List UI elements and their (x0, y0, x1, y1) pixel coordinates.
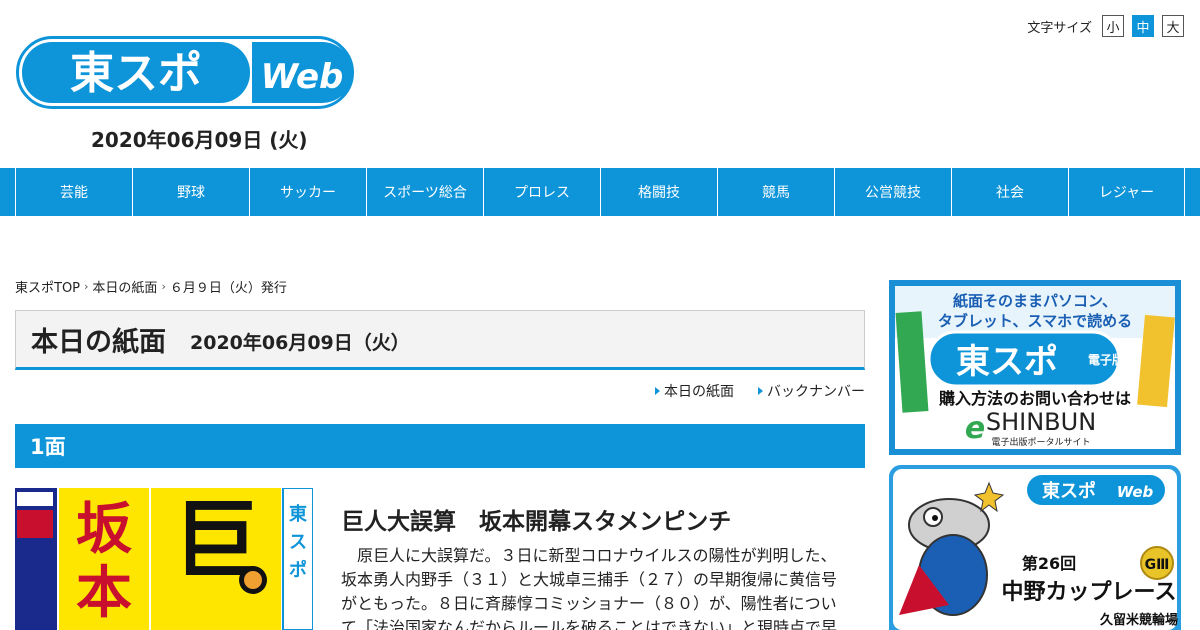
nav-item-martial-arts[interactable]: 格闘技 (600, 168, 717, 216)
article-title[interactable]: 巨人大誤算 坂本開幕スタメンピンチ (341, 502, 731, 536)
triangle-right-icon (758, 387, 763, 395)
svg-text:ス: ス (289, 532, 307, 553)
breadcrumb-today-link[interactable]: 本日の紙面 (92, 277, 157, 296)
svg-text:中野カップレース: 中野カップレース (1002, 580, 1177, 605)
logo-web: Web (261, 57, 344, 97)
section-header: 1面 (15, 424, 865, 468)
svg-text:電子版: 電子版 (1088, 352, 1124, 367)
font-size-label: 文字サイズ (1027, 20, 1092, 36)
tospo-web-logo[interactable]: 東スポ Web (16, 36, 354, 109)
svg-text:ポ: ポ (289, 559, 307, 581)
breadcrumb: 東スポTOP › 本日の紙面 › ６月９日（火）発行 (15, 277, 287, 296)
svg-text:第26回: 第26回 (1022, 554, 1076, 573)
back-number-link-label: バックナンバー (767, 384, 865, 400)
chevron-right-icon: › (84, 280, 89, 293)
page-title: 本日の紙面 (31, 326, 166, 358)
back-number-link[interactable]: バックナンバー (758, 381, 865, 401)
font-size-control: 文字サイズ 小 中 大 (1027, 15, 1184, 37)
svg-text:タブレット、スマホで読める: タブレット、スマホで読める (938, 312, 1132, 330)
nav-item-baseball[interactable]: 野球 (132, 168, 249, 216)
front-page-image[interactable]: 坂 本 巨 東 ス ポ (15, 488, 313, 630)
chevron-right-icon: › (161, 280, 166, 293)
paper-headline-left-2: 本 (76, 561, 132, 626)
paper-headline-left-1: 坂 (76, 497, 132, 562)
nav-item-soccer[interactable]: サッカー (249, 168, 366, 216)
nav-item-public-racing[interactable]: 公営競技 (834, 168, 951, 216)
section-label: 1面 (30, 435, 66, 459)
today-paper-link-label: 本日の紙面 (664, 384, 734, 400)
svg-text:東: 東 (289, 503, 307, 525)
nav-item-society[interactable]: 社会 (951, 168, 1068, 216)
page-title-date: 2020年06月09日（火） (190, 331, 410, 354)
svg-text:東スポ: 東スポ (956, 342, 1058, 382)
nakano-cup-race-ad[interactable]: 東スポ Web 第26回 GⅢ 中野カップレース 久留米競輪場 (889, 465, 1181, 630)
nav-item-horse-racing[interactable]: 競馬 (717, 168, 834, 216)
nav-item-geinou[interactable]: 芸能 (15, 168, 132, 216)
e-shinbun-ad[interactable]: 紙面そのままパソコン、 タブレット、スマホで読める 東スポ 電子版 購入方法のお… (889, 280, 1181, 455)
header-date: 2020年06月09日 (火) (91, 128, 308, 152)
today-paper-link[interactable]: 本日の紙面 (655, 381, 734, 401)
breadcrumb-top-link[interactable]: 東スポTOP (15, 277, 80, 296)
font-size-medium-button[interactable]: 中 (1132, 15, 1154, 37)
page-links: 本日の紙面 バックナンバー (655, 381, 865, 401)
svg-text:Web: Web (1117, 483, 1154, 501)
triangle-right-icon (655, 387, 660, 395)
font-size-small-button[interactable]: 小 (1102, 15, 1124, 37)
svg-text:久留米競輪場: 久留米競輪場 (1100, 612, 1178, 628)
svg-text:電子出版ポータルサイト: 電子出版ポータルサイト (991, 436, 1090, 448)
nav-item-prowrestling[interactable]: プロレス (483, 168, 600, 216)
main-nav: 芸能 野球 サッカー スポーツ総合 プロレス 格闘技 競馬 公営競技 社会 レジ… (0, 168, 1200, 216)
svg-text:東スポ: 東スポ (1042, 480, 1096, 502)
svg-text:購入方法のお問い合わせは: 購入方法のお問い合わせは (938, 389, 1131, 408)
font-size-large-button[interactable]: 大 (1162, 15, 1184, 37)
breadcrumb-current: ６月９日（火）発行 (169, 281, 287, 296)
nav-item-leisure[interactable]: レジャー (1068, 168, 1185, 216)
svg-text:e: e (965, 411, 985, 446)
page-title-box: 本日の紙面 2020年06月09日（火） (15, 310, 865, 370)
svg-text:GⅢ: GⅢ (1145, 557, 1170, 573)
svg-text:紙面そのままパソコン、: 紙面そのままパソコン、 (953, 292, 1117, 310)
nav-item-sports-general[interactable]: スポーツ総合 (366, 168, 483, 216)
article-body: 原巨人に大誤算だ。３日に新型コロナウイルスの陽性が判明した、坂本勇人内野手（３１… (341, 546, 838, 630)
logo-text: 東スポ (70, 48, 202, 99)
svg-text:SHINBUN: SHINBUN (986, 408, 1096, 436)
